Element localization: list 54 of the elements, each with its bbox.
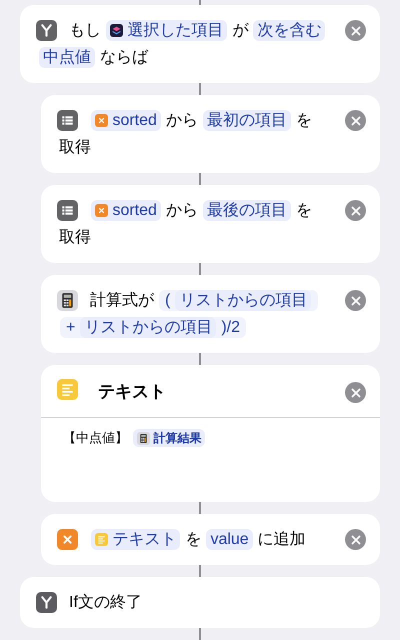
calculator-icon: [137, 432, 150, 446]
action-text: 【中点値】: [63, 430, 128, 445]
branch-icon: [36, 592, 57, 614]
parameter-token[interactable]: value: [206, 529, 253, 550]
action-text: 取得: [59, 229, 91, 246]
close-icon: [350, 206, 360, 216]
action-text: に追加: [258, 531, 306, 548]
parameter-token[interactable]: 選択した項目: [106, 20, 228, 41]
action-text: テキスト: [98, 382, 166, 401]
variable-icon: [95, 204, 108, 218]
app-icon: [110, 24, 123, 38]
parameter-token[interactable]: テキスト: [91, 529, 180, 550]
remove-button[interactable]: [345, 200, 366, 221]
remove-button[interactable]: [345, 382, 366, 403]
parameter-token[interactable]: 次を含む: [253, 20, 326, 41]
variable-icon: [57, 529, 78, 550]
branch-icon: [36, 20, 57, 42]
text-lines-icon: [57, 379, 78, 400]
remove-button[interactable]: [345, 290, 366, 311]
expression-text: (: [165, 292, 170, 309]
action-text: が: [232, 22, 248, 39]
close-icon: [350, 296, 360, 306]
parameter-token[interactable]: sorted: [91, 110, 161, 131]
remove-button[interactable]: [345, 20, 366, 41]
action-text: もし: [69, 22, 101, 39]
close-icon: [350, 534, 360, 544]
text-lines-icon: [95, 533, 108, 546]
remove-button[interactable]: [345, 529, 366, 550]
calculator-icon: [57, 290, 78, 312]
action-text: から: [166, 112, 198, 129]
action-text: 取得: [59, 139, 91, 156]
action-text: から: [166, 202, 198, 219]
parameter-token[interactable]: 最初の項目: [202, 110, 291, 131]
expression-text: )/2: [221, 319, 240, 336]
parameter-token[interactable]: リストからの項目: [80, 317, 216, 338]
remove-button[interactable]: [345, 110, 366, 131]
list-icon: [57, 200, 78, 222]
action-text: If文の終了: [69, 594, 142, 611]
parameter-token[interactable]: 最後の項目: [202, 200, 291, 221]
action-text: ならば: [100, 49, 148, 66]
close-icon: [350, 388, 360, 398]
list-icon: [57, 110, 78, 132]
parameter-token[interactable]: 中点値: [39, 47, 95, 68]
close-icon: [350, 116, 360, 126]
action-text: 計算式が: [90, 292, 154, 309]
expression-text: +: [66, 319, 76, 336]
parameter-token[interactable]: リストからの項目: [175, 290, 312, 311]
close-icon: [350, 26, 360, 36]
action-text: を: [296, 202, 312, 219]
variable-icon: [95, 114, 108, 128]
parameter-token[interactable]: 計算結果: [133, 429, 206, 447]
action-text: を: [296, 112, 312, 129]
parameter-token[interactable]: sorted: [91, 200, 161, 221]
action-text: を: [185, 531, 202, 548]
